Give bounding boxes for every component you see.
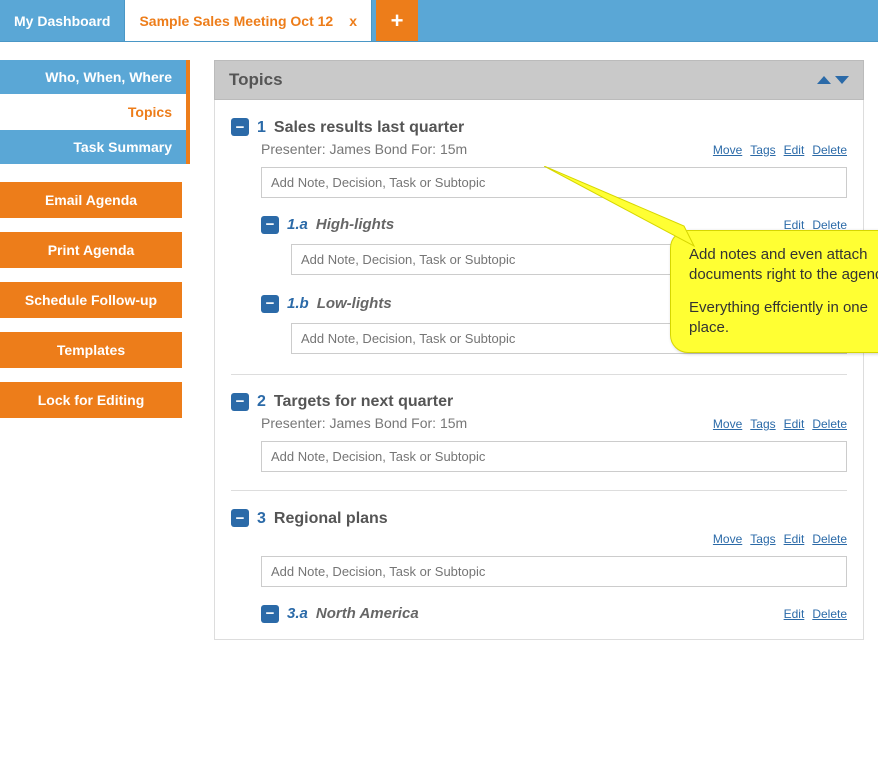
tab-dashboard[interactable]: My Dashboard	[0, 0, 125, 41]
subtopic-title: Low-lights	[317, 295, 776, 312]
collapse-icon[interactable]: −	[261, 295, 279, 313]
topic-title: Regional plans	[274, 510, 388, 528]
collapse-icon[interactable]: −	[261, 216, 279, 234]
topic-title: Targets for next quarter	[274, 393, 453, 411]
add-tab-button[interactable]: +	[376, 0, 418, 41]
sidenav-who-when-where[interactable]: Who, When, Where	[0, 60, 186, 94]
collapse-icon[interactable]: −	[261, 605, 279, 623]
add-note-input[interactable]	[261, 556, 847, 587]
topic-item: − 3 Regional plans Move Tags Edit Delete	[231, 509, 847, 623]
sidenav-task-summary[interactable]: Task Summary	[0, 129, 186, 164]
side-nav: Who, When, Where Topics Task Summary	[0, 60, 190, 164]
divider	[231, 374, 847, 375]
lock-editing-button[interactable]: Lock for Editing	[0, 382, 182, 418]
edit-link[interactable]: Edit	[784, 607, 805, 621]
topic-number: 3	[257, 510, 266, 528]
edit-link[interactable]: Edit	[784, 218, 805, 232]
divider	[231, 490, 847, 491]
sidebar: Who, When, Where Topics Task Summary Ema…	[0, 42, 190, 432]
delete-link[interactable]: Delete	[812, 532, 847, 546]
delete-link[interactable]: Delete	[812, 218, 847, 232]
main-panel: Topics − 1 Sales results last quarter Pr…	[190, 42, 878, 658]
subtopic-item: − 3.a North America Edit Delete	[261, 605, 847, 623]
topic-meta: Presenter: James Bond For: 15m	[261, 415, 467, 431]
topic-item: − 1 Sales results last quarter Presenter…	[231, 118, 847, 354]
collapse-icon[interactable]: −	[231, 509, 249, 527]
email-agenda-button[interactable]: Email Agenda	[0, 182, 182, 218]
arrow-up-icon[interactable]	[817, 76, 831, 84]
subtopic-number: 1.a	[287, 216, 308, 233]
collapse-icon[interactable]: −	[231, 118, 249, 136]
arrow-down-icon[interactable]	[835, 76, 849, 84]
panel-title: Topics	[229, 70, 283, 90]
tags-link[interactable]: Tags	[750, 143, 775, 157]
subtopic-number: 1.b	[287, 295, 309, 312]
topic-number: 1	[257, 119, 266, 137]
delete-link[interactable]: Delete	[812, 607, 847, 621]
delete-link[interactable]: Delete	[812, 297, 847, 311]
edit-link[interactable]: Edit	[784, 143, 805, 157]
edit-link[interactable]: Edit	[784, 417, 805, 431]
subtopic-number: 3.a	[287, 605, 308, 622]
edit-link[interactable]: Edit	[784, 532, 805, 546]
templates-button[interactable]: Templates	[0, 332, 182, 368]
schedule-followup-button[interactable]: Schedule Follow-up	[0, 282, 182, 318]
subtopic-item: − 1.a High-lights Edit Delete	[261, 216, 847, 275]
subtopic-title: High-lights	[316, 216, 776, 233]
tags-link[interactable]: Tags	[750, 532, 775, 546]
panel-header: Topics	[214, 60, 864, 100]
topic-meta: Presenter: James Bond For: 15m	[261, 141, 467, 157]
topic-title: Sales results last quarter	[274, 119, 464, 137]
move-link[interactable]: Move	[713, 532, 742, 546]
subtopic-title: North America	[316, 605, 776, 622]
delete-link[interactable]: Delete	[812, 143, 847, 157]
tab-bar: My Dashboard Sample Sales Meeting Oct 12…	[0, 0, 878, 42]
topic-number: 2	[257, 393, 266, 411]
edit-link[interactable]: Edit	[784, 297, 805, 311]
sidenav-topics[interactable]: Topics	[0, 94, 186, 129]
close-tab-icon[interactable]: x	[349, 13, 357, 29]
tab-meeting-label: Sample Sales Meeting Oct 12	[139, 13, 333, 29]
move-link[interactable]: Move	[713, 143, 742, 157]
panel-sort-arrows[interactable]	[817, 76, 849, 84]
subtopic-item: − 1.b Low-lights Edit Delete	[261, 295, 847, 354]
collapse-icon[interactable]: −	[231, 393, 249, 411]
panel-body: − 1 Sales results last quarter Presenter…	[214, 100, 864, 640]
add-note-input[interactable]	[291, 244, 847, 275]
add-note-input[interactable]	[261, 441, 847, 472]
print-agenda-button[interactable]: Print Agenda	[0, 232, 182, 268]
add-note-input[interactable]	[261, 167, 847, 198]
tab-meeting[interactable]: Sample Sales Meeting Oct 12 x	[125, 0, 372, 41]
tags-link[interactable]: Tags	[750, 417, 775, 431]
topic-item: − 2 Targets for next quarter Presenter: …	[231, 393, 847, 473]
move-link[interactable]: Move	[713, 417, 742, 431]
delete-link[interactable]: Delete	[812, 417, 847, 431]
add-note-input[interactable]	[291, 323, 847, 354]
